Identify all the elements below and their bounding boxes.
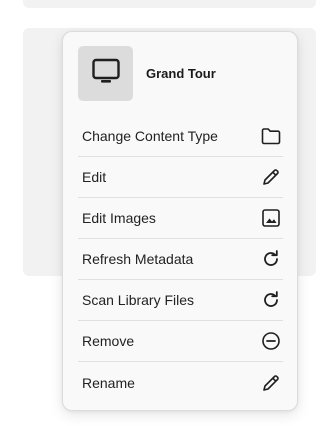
menu-item-label: Rename: [82, 374, 135, 391]
menu-item-label: Remove: [82, 333, 135, 349]
menu-item-refresh-metadata[interactable]: Refresh Metadata: [78, 239, 283, 280]
menu-header: Grand Tour: [78, 45, 284, 101]
refresh-icon: [260, 289, 282, 311]
item-thumbnail: [78, 45, 133, 101]
menu-item-label: Edit: [82, 169, 107, 185]
menu-item-edit[interactable]: Edit: [78, 157, 283, 198]
menu-item-edit-images[interactable]: Edit Images: [78, 198, 283, 239]
background-card-top: [23, 0, 316, 8]
menu-item-label: Change Content Type: [82, 128, 218, 144]
pencil-icon: [260, 372, 282, 394]
menu-items: Change Content Type Edit Edit Images Ref…: [78, 116, 283, 403]
folder-icon: [260, 125, 282, 147]
minus-circle-icon: [260, 330, 282, 352]
menu-item-label: Edit Images: [82, 210, 156, 226]
menu-item-label: Refresh Metadata: [82, 251, 194, 267]
context-menu: Grand Tour Change Content Type Edit Edit…: [62, 31, 298, 411]
menu-item-label: Scan Library Files: [82, 292, 195, 308]
menu-item-rename[interactable]: Rename: [78, 362, 283, 403]
image-icon: [260, 207, 282, 229]
menu-item-remove[interactable]: Remove: [78, 321, 283, 362]
monitor-icon: [91, 57, 121, 90]
refresh-icon: [260, 248, 282, 270]
pencil-icon: [260, 166, 282, 188]
menu-item-change-content-type[interactable]: Change Content Type: [78, 116, 283, 157]
menu-title: Grand Tour: [146, 65, 216, 81]
menu-item-scan-library-files[interactable]: Scan Library Files: [78, 280, 283, 321]
